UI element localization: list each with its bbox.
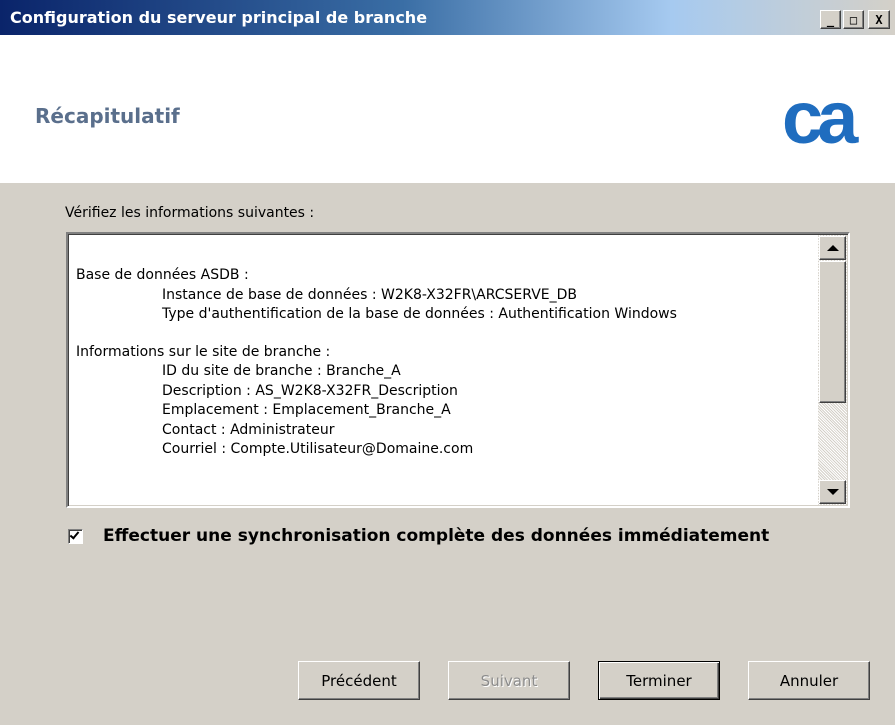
maximize-button[interactable]: □ — [843, 10, 864, 29]
summary-line: Description : AS_W2K8-X32FR_Description — [162, 382, 458, 399]
scroll-up-button[interactable] — [819, 236, 846, 260]
scrollbar-thumb[interactable] — [819, 261, 846, 403]
finish-button[interactable]: Terminer — [598, 661, 720, 700]
arrow-down-icon — [827, 489, 839, 495]
close-button[interactable]: X — [868, 10, 890, 29]
summary-line: Informations sur le site de branche : — [76, 343, 331, 360]
summary-line: Type d'authentification de la base de do… — [162, 306, 677, 322]
summary-content: Base de données ASDB : Instance de base … — [76, 266, 816, 460]
summary-line: Contact : Administrateur — [162, 421, 335, 438]
summary-line: Courriel : Compte.Utilisateur@Domaine.co… — [162, 441, 474, 457]
next-button[interactable]: Suivant — [448, 661, 570, 700]
logo-text: ca — [782, 87, 859, 149]
close-icon: X — [875, 12, 883, 27]
sync-option[interactable]: Effectuer une synchronisation complète d… — [68, 526, 769, 546]
page-title: Récapitulatif — [35, 104, 180, 128]
maximize-icon: □ — [849, 12, 858, 27]
summary-line: Instance de base de données : W2K8-X32FR… — [162, 286, 578, 303]
previous-button[interactable]: Précédent — [298, 661, 420, 700]
minimize-icon: _ — [826, 12, 835, 27]
summary-textbox[interactable]: Base de données ASDB : Instance de base … — [66, 232, 850, 508]
ca-logo: ca — [782, 87, 860, 149]
summary-line: Base de données ASDB : — [76, 267, 249, 283]
arrow-up-icon — [827, 245, 839, 251]
sync-checkbox-label[interactable]: Effectuer une synchronisation complète d… — [103, 526, 769, 546]
summary-line: Emplacement : Emplacement_Branche_A — [162, 402, 451, 418]
review-prompt: Vérifiez les informations suivantes : — [65, 205, 315, 221]
minimize-button[interactable]: _ — [820, 10, 841, 29]
window-title: Configuration du serveur principal de br… — [10, 8, 428, 27]
wizard-header: Récapitulatif ca — [0, 35, 895, 183]
scroll-down-button[interactable] — [819, 480, 846, 504]
vertical-scrollbar[interactable] — [818, 235, 847, 505]
checkmark-icon — [69, 528, 80, 540]
title-bar: Configuration du serveur principal de br… — [0, 0, 895, 35]
summary-line: ID du site de branche : Branche_A — [162, 363, 401, 379]
cancel-button[interactable]: Annuler — [748, 661, 870, 700]
sync-checkbox[interactable] — [68, 528, 83, 544]
